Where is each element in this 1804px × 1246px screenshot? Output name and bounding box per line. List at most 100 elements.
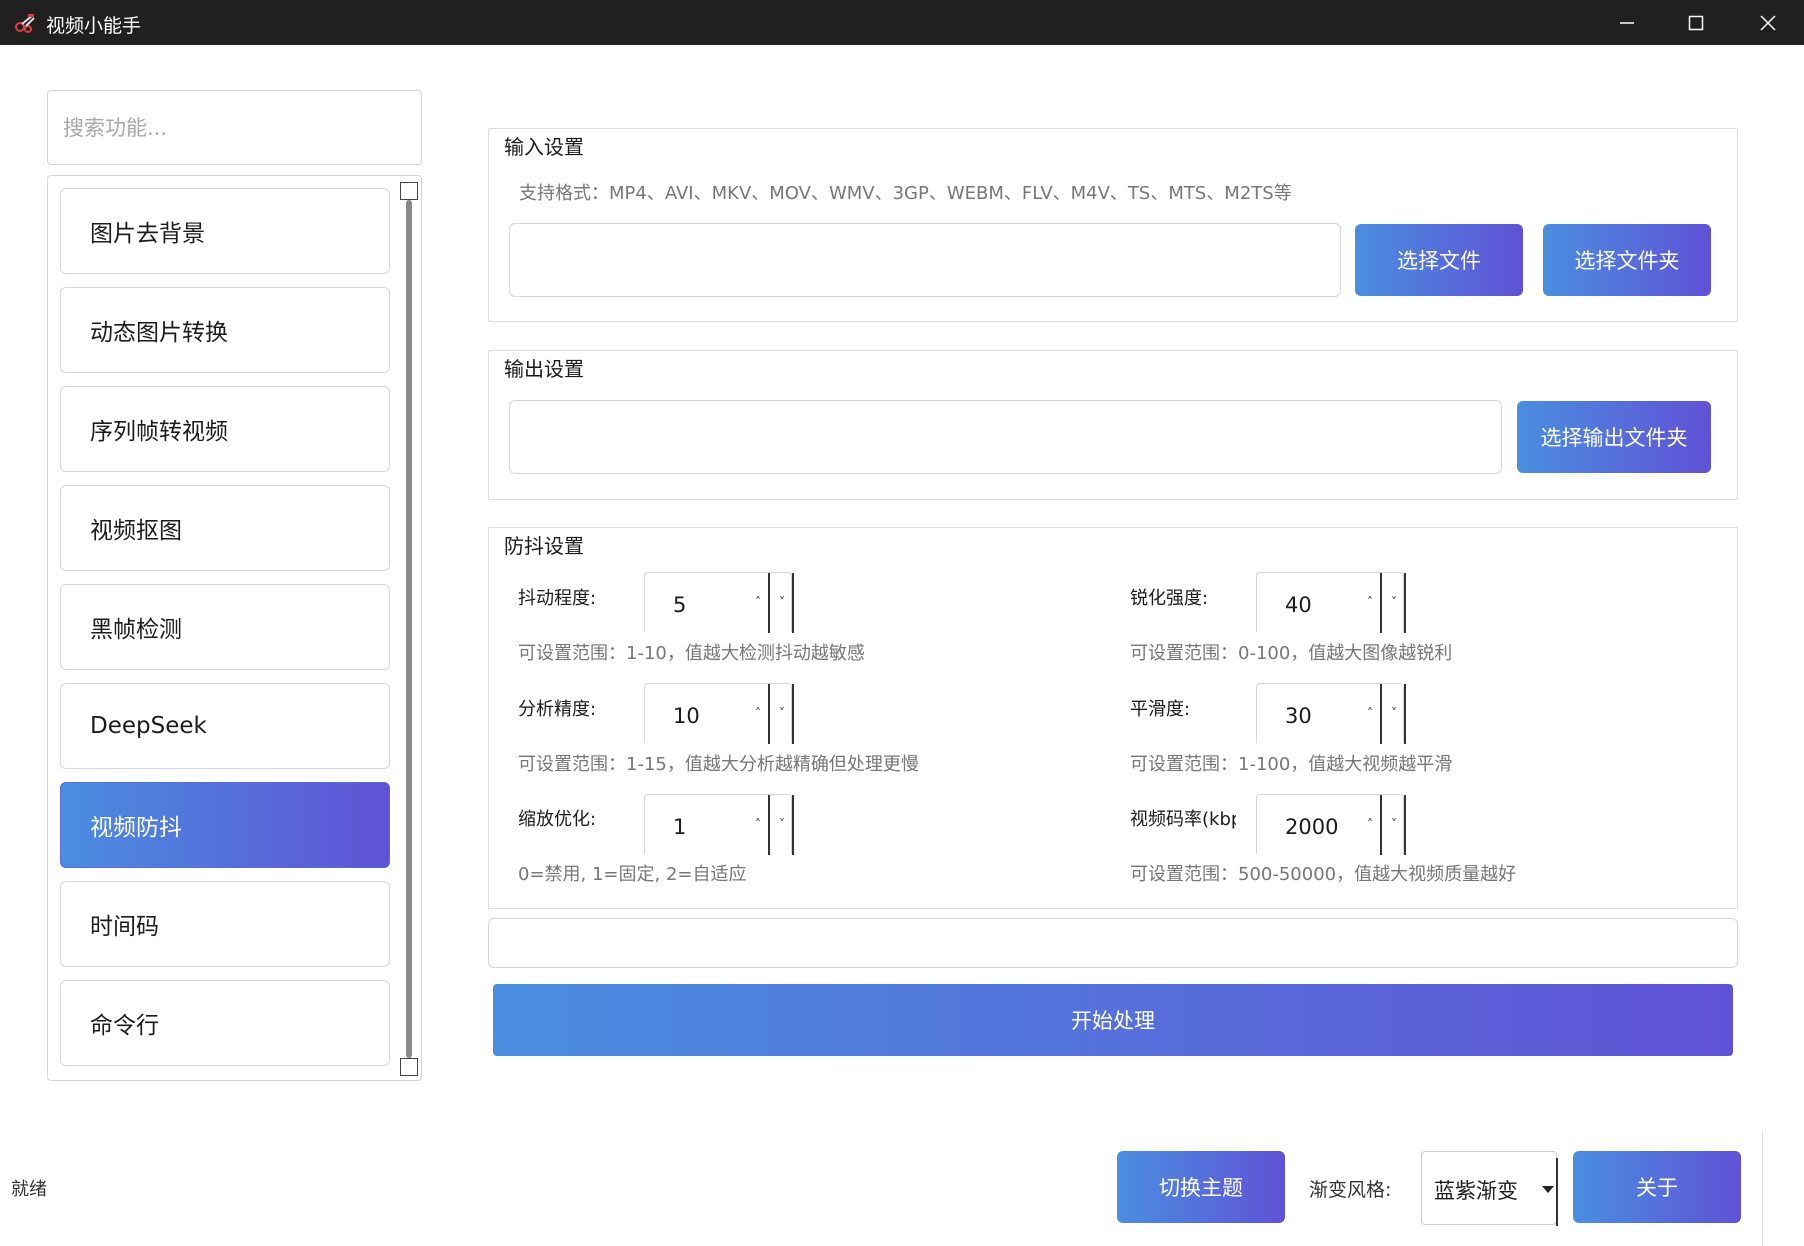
sidebar-item-timecode[interactable]: 时间码 (60, 881, 390, 967)
scroll-down-button[interactable] (400, 1058, 418, 1076)
gradient-style-value: 蓝紫渐变 (1434, 1179, 1518, 1203)
sidebar-item-label: 视频防抖 (90, 815, 182, 841)
chevron-down-icon (1542, 1186, 1554, 1193)
smoothing-label: 平滑度: (1130, 699, 1191, 720)
bitrate-label: 视频码率(kbps) (1130, 809, 1236, 830)
supported-formats-text: 支持格式：MP4、AVI、MKV、MOV、WMV、3GP、WEBM、FLV、M4… (519, 183, 1292, 204)
input-path-field[interactable] (509, 223, 1341, 297)
spin-edge (792, 684, 794, 744)
sidebar-item-label: 黑帧检测 (90, 617, 182, 643)
sidebar-item-video-matting[interactable]: 视频抠图 (60, 485, 390, 571)
spin-down-icon[interactable]: ˅ (1391, 595, 1397, 609)
sidebar-item-label: 时间码 (90, 914, 159, 940)
smoothing-value: 30 (1285, 704, 1312, 728)
spin-divider (1380, 684, 1382, 744)
spin-edge (1404, 684, 1406, 744)
output-path-field[interactable] (509, 400, 1502, 474)
bottom-divider (1762, 1130, 1763, 1246)
sidebar-item-command-line[interactable]: 命令行 (60, 980, 390, 1066)
maximize-icon (1688, 15, 1704, 30)
sidebar-item-black-frame-detection[interactable]: 黑帧检测 (60, 584, 390, 670)
scroll-up-button[interactable] (400, 182, 418, 200)
zoom-optimize-label: 缩放优化: (518, 809, 597, 830)
scroll-thumb[interactable] (406, 200, 412, 1058)
spin-up-icon[interactable]: ˄ (755, 817, 761, 831)
spin-edge (792, 573, 794, 633)
select-file-button[interactable]: 选择文件 (1355, 224, 1523, 296)
sidebar-item-video-stabilization[interactable]: 视频防抖 (60, 782, 390, 868)
sidebar-item-frames-to-video[interactable]: 序列帧转视频 (60, 386, 390, 472)
status-label: 就绪 (11, 1179, 47, 1200)
accuracy-label: 分析精度: (518, 699, 597, 720)
spin-down-icon[interactable]: ˅ (779, 706, 785, 720)
maximize-button[interactable] (1660, 0, 1732, 45)
sidebar-scrollbar[interactable] (400, 180, 418, 1076)
scissors-app-icon (15, 14, 35, 33)
sidebar-item-label: DeepSeek (90, 713, 207, 739)
sidebar-item-label: 视频抠图 (90, 518, 182, 544)
search-input[interactable] (47, 90, 422, 165)
select-folder-button[interactable]: 选择文件夹 (1543, 224, 1711, 296)
sharpen-label: 锐化强度: (1130, 588, 1209, 609)
shakiness-hint: 可设置范围：1-10，值越大检测抖动越敏感 (518, 643, 865, 664)
stabilize-settings-title: 防抖设置 (502, 530, 586, 559)
input-settings-group: 输入设置 支持格式：MP4、AVI、MKV、MOV、WMV、3GP、WEBM、F… (488, 128, 1738, 322)
output-settings-title: 输出设置 (502, 353, 586, 382)
spin-up-icon[interactable]: ˄ (1367, 706, 1373, 720)
gradient-style-select[interactable]: 蓝紫渐变 (1421, 1151, 1558, 1226)
zoom-optimize-spinbox[interactable]: 1 ˄ ˅ (644, 794, 794, 855)
select-output-folder-button[interactable]: 选择输出文件夹 (1517, 401, 1711, 473)
bitrate-hint: 可设置范围：500-50000，值越大视频质量越好 (1130, 864, 1517, 885)
shakiness-spinbox[interactable]: 5 ˄ ˅ (644, 572, 794, 633)
zoom-optimize-hint: 0=禁用, 1=固定, 2=自适应 (518, 864, 747, 885)
switch-theme-button[interactable]: 切换主题 (1117, 1151, 1285, 1223)
sidebar-item-label: 图片去背景 (90, 221, 205, 247)
bitrate-spinbox[interactable]: 2000 ˄ ˅ (1256, 794, 1406, 855)
sidebar-item-animated-image[interactable]: 动态图片转换 (60, 287, 390, 373)
smoothing-hint: 可设置范围：1-100，值越大视频越平滑 (1130, 754, 1453, 775)
spin-edge (1404, 573, 1406, 633)
sidebar-item-label: 命令行 (90, 1013, 159, 1039)
sidebar-item-deepseek[interactable]: DeepSeek (60, 683, 390, 769)
spin-divider (768, 795, 770, 855)
minimize-icon (1620, 21, 1634, 24)
window-title: 视频小能手 (46, 15, 142, 37)
title-bar: 视频小能手 (0, 0, 1804, 45)
close-icon (1760, 14, 1776, 31)
zoom-optimize-value: 1 (673, 815, 687, 839)
sidebar-item-label: 动态图片转换 (90, 320, 228, 346)
spin-divider (768, 684, 770, 744)
accuracy-spinbox[interactable]: 10 ˄ ˅ (644, 683, 794, 744)
app-window: 视频小能手 图片去背景 动态图片转换 序列帧转视频 视频抠图 黑帧检测 Deep… (0, 0, 1804, 1246)
spin-divider (768, 573, 770, 633)
input-settings-title: 输入设置 (502, 131, 586, 160)
sidebar-item-remove-background[interactable]: 图片去背景 (60, 188, 390, 274)
accuracy-value: 10 (673, 704, 700, 728)
bitrate-value: 2000 (1285, 815, 1339, 839)
shakiness-label: 抖动程度: (518, 588, 597, 609)
gradient-style-label: 渐变风格: (1309, 1179, 1392, 1201)
spin-down-icon[interactable]: ˅ (1391, 706, 1397, 720)
spin-up-icon[interactable]: ˄ (755, 595, 761, 609)
sharpen-hint: 可设置范围：0-100，值越大图像越锐利 (1130, 643, 1453, 664)
smoothing-spinbox[interactable]: 30 ˄ ˅ (1256, 683, 1406, 744)
combo-edge (1556, 1158, 1558, 1226)
spin-up-icon[interactable]: ˄ (1367, 595, 1373, 609)
shakiness-value: 5 (673, 593, 687, 617)
spin-up-icon[interactable]: ˄ (1367, 817, 1373, 831)
minimize-button[interactable] (1591, 0, 1663, 45)
close-button[interactable] (1732, 0, 1804, 45)
start-processing-button[interactable]: 开始处理 (493, 984, 1733, 1056)
spin-up-icon[interactable]: ˄ (755, 706, 761, 720)
spin-edge (1404, 795, 1406, 855)
about-button[interactable]: 关于 (1573, 1151, 1741, 1223)
progress-bar (488, 918, 1738, 968)
sidebar-item-label: 序列帧转视频 (90, 419, 228, 445)
spin-down-icon[interactable]: ˅ (779, 595, 785, 609)
spin-down-icon[interactable]: ˅ (779, 817, 785, 831)
sharpen-spinbox[interactable]: 40 ˄ ˅ (1256, 572, 1406, 633)
spin-divider (1380, 795, 1382, 855)
spin-down-icon[interactable]: ˅ (1391, 817, 1397, 831)
spin-divider (1380, 573, 1382, 633)
feature-list: 图片去背景 动态图片转换 序列帧转视频 视频抠图 黑帧检测 DeepSeek 视… (47, 175, 422, 1081)
